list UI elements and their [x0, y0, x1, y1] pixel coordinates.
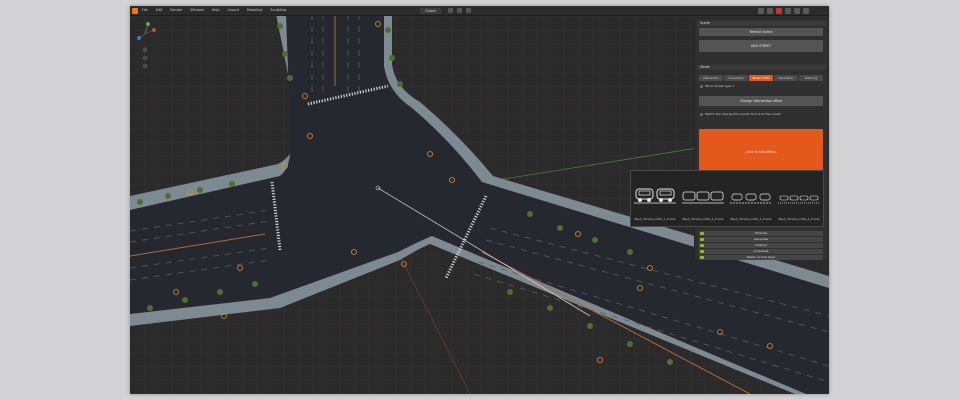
parking-lane-icon — [730, 193, 772, 204]
car-lane-icon — [634, 188, 676, 204]
profile-option-4[interactable]: Basic_Street_profile_4_4 lane — [775, 171, 823, 226]
blender-window: File Edit Render Window Help Layout Mode… — [130, 6, 829, 394]
camera-icon[interactable] — [142, 63, 148, 69]
overlay-icon[interactable] — [758, 7, 764, 14]
mirror-street-label: Mirror street type 1 — [705, 84, 735, 88]
mirror-street-checkbox[interactable]: Mirror street type 1 — [700, 84, 823, 89]
blender-logo-icon[interactable] — [132, 7, 138, 14]
menu-help[interactable]: Help — [212, 6, 220, 15]
checkbox-icon[interactable] — [700, 112, 703, 116]
gizmo-y-axis-icon[interactable] — [146, 22, 150, 26]
bus-lane-icon — [682, 191, 724, 204]
profile-label: Basic_Street_profile_4_4 lane — [778, 217, 820, 221]
transform-orientation-select[interactable]: Global — [420, 7, 441, 14]
viewport-shading-tools — [758, 7, 809, 14]
pivot-icon[interactable] — [466, 7, 471, 13]
menu-edit[interactable]: Edit — [156, 6, 163, 15]
wireframe-shading-icon[interactable] — [803, 7, 809, 14]
add-street-button[interactable]: ADD STREET — [699, 40, 823, 52]
profile-label: Basic_Street_profile_2_4 lane — [682, 217, 724, 221]
scene-section-header[interactable]: Scene — [697, 21, 826, 26]
profile-label: Basic_Street_profile_1_4 lane — [634, 217, 676, 221]
change-offset-button[interactable]: Change intersection offset — [699, 96, 823, 106]
zoom-icon[interactable] — [142, 47, 148, 53]
refresh-scene-button[interactable]: Refresh Scene — [699, 28, 823, 36]
profile-label: Basic_Street_profile_3_4 lane — [730, 217, 772, 221]
navigation-gizmo[interactable] — [130, 16, 160, 76]
main-menu: File Edit Render Window Help Layout Mode… — [142, 6, 286, 15]
tab-intersection[interactable]: Intersection — [699, 75, 723, 81]
generate-icon — [700, 238, 704, 241]
reset-icon — [700, 256, 704, 259]
menu-item-label: Crosswalk — [753, 249, 769, 253]
menu-item-label: Reset current layer — [746, 255, 776, 259]
profile-option-1[interactable]: Basic_Street_profile_1_4 lane — [631, 171, 679, 226]
workspace-sculpting[interactable]: Sculpting — [270, 6, 286, 15]
menu-item-reset-layer[interactable]: Reset current layer — [699, 255, 823, 260]
solid-shading-icon[interactable] — [785, 7, 791, 14]
tab-connectors[interactable]: Connectors — [724, 75, 748, 81]
menu-item-crosswalk[interactable]: Crosswalk — [699, 249, 823, 254]
menu-render[interactable]: Render — [170, 6, 182, 15]
pan-icon[interactable] — [142, 55, 148, 61]
tab-decoration[interactable]: Decoration — [774, 75, 798, 81]
cleanup-icon — [700, 244, 704, 247]
menu-item-label: Textures — [754, 231, 768, 235]
header-tools — [448, 7, 471, 13]
checkbox-icon[interactable] — [700, 84, 703, 88]
render-shading-icon[interactable] — [776, 7, 782, 14]
menu-item-label: Generate — [753, 237, 768, 241]
material-shading-icon[interactable] — [794, 7, 800, 14]
top-menu-bar: File Edit Render Window Help Layout Mode… — [130, 6, 829, 16]
menu-item-textures[interactable]: Textures — [699, 231, 823, 236]
snap-icon[interactable] — [448, 7, 453, 13]
profile-option-3[interactable]: Basic_Street_profile_3_4 lane — [727, 171, 775, 226]
tab-street-profile[interactable]: Street Profile — [749, 75, 773, 81]
bike-lane-icon — [778, 195, 820, 204]
gizmo-x-axis-icon[interactable] — [152, 28, 156, 32]
street-section-header[interactable]: Street — [697, 65, 826, 70]
textures-icon — [700, 232, 704, 235]
menu-item-label: Cleanup — [754, 243, 768, 247]
workspace-layout[interactable]: Layout — [227, 6, 239, 15]
proportional-edit-icon[interactable] — [457, 7, 462, 13]
offset-edit-area[interactable]: ...click to edit offset... — [699, 129, 823, 175]
tab-texturing[interactable]: Texturing — [799, 75, 823, 81]
xray-icon[interactable] — [767, 7, 773, 14]
menu-window[interactable]: Window — [190, 6, 203, 15]
menu-file[interactable]: File — [142, 6, 148, 15]
street-profile-popup: Basic_Street_profile_1_4 lane Basic_Stre… — [630, 170, 824, 227]
workspace-modeling[interactable]: Modeling — [247, 6, 262, 15]
menu-item-generate[interactable]: Generate — [699, 237, 823, 242]
switch-points-checkbox[interactable]: Switch the intersection points from 4 to… — [700, 112, 823, 117]
street-tabs: Intersection Connectors Street Profile D… — [699, 75, 823, 81]
crosswalk-icon — [700, 250, 704, 253]
offset-edit-prompt: ...click to edit offset... — [743, 150, 779, 154]
profile-option-2[interactable]: Basic_Street_profile_2_4 lane — [679, 171, 727, 226]
gizmo-z-axis-icon[interactable] — [137, 36, 141, 40]
menu-item-cleanup[interactable]: Cleanup — [699, 243, 823, 248]
switch-points-label: Switch the intersection points from 4 to… — [705, 112, 781, 116]
